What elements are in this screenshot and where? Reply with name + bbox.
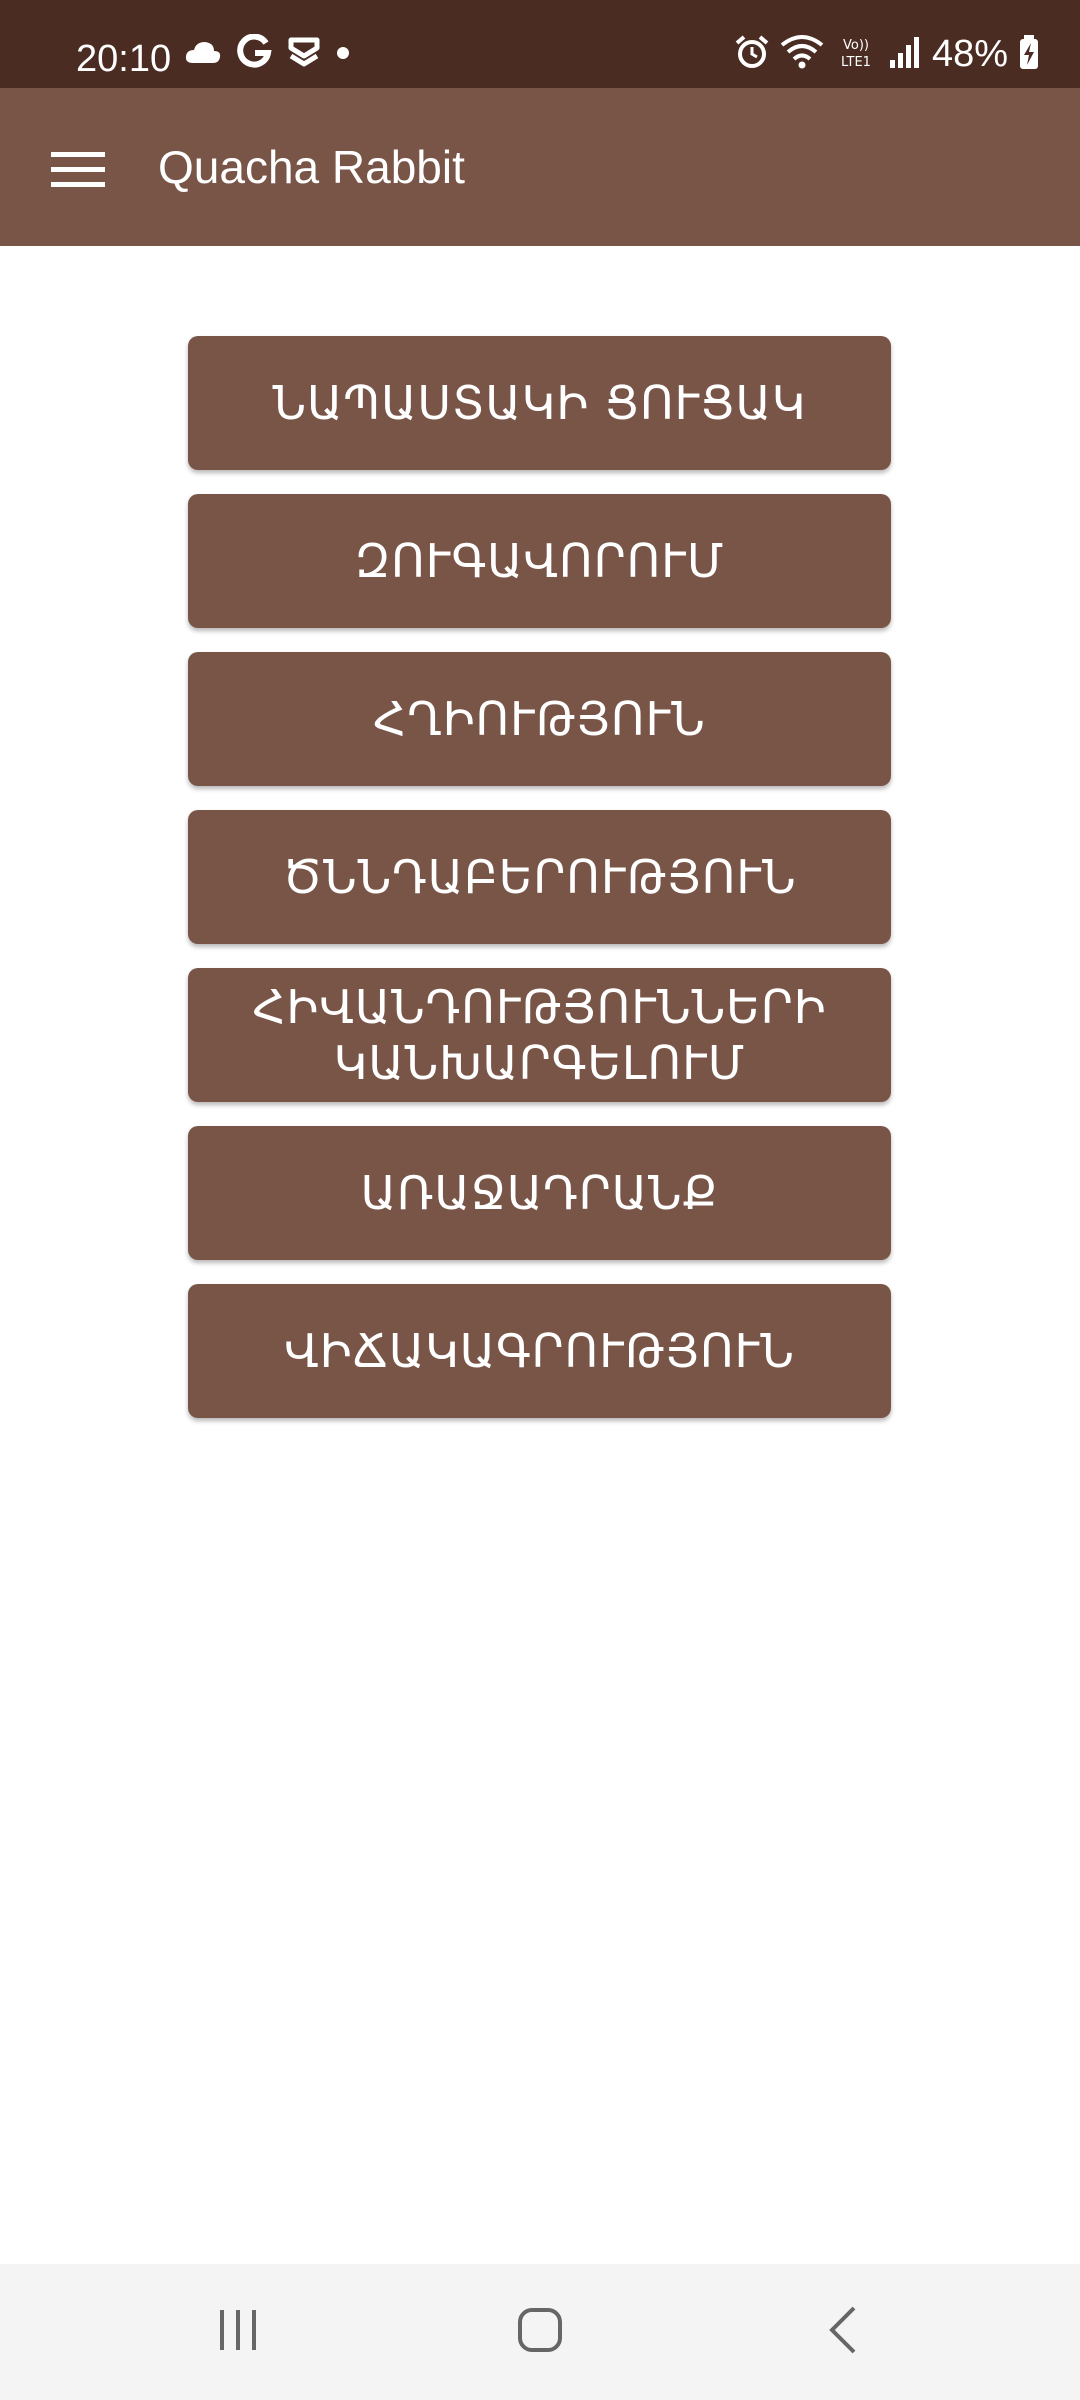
recent-apps-button[interactable] [178, 2282, 298, 2382]
menu-button-statistics[interactable]: ՎԻՃԱԿԱԳՐՈՒԹՅՈՒՆ [188, 1284, 891, 1418]
recent-apps-icon [216, 2308, 260, 2356]
home-button[interactable] [480, 2282, 600, 2382]
signal-icon [888, 34, 922, 74]
back-button[interactable] [782, 2282, 902, 2382]
status-time: 20:10 [76, 38, 172, 80]
battery-percentage: 48% [931, 33, 1008, 75]
svg-text:Vo)): Vo)) [843, 38, 869, 53]
home-icon [516, 2306, 564, 2358]
status-right-icons: Vo)) LTE1 48% [734, 34, 1040, 74]
app-bar: Quacha Rabbit [0, 88, 1080, 246]
notification-app-icon [286, 34, 322, 74]
menu-list: ՆԱՊԱՍՏԱԿԻ ՑՈՒՑԱԿ ԶՈՒԳԱՎՈՐՈՒՄ ՀՂԻՈՒԹՅՈՒՆ … [188, 336, 891, 1442]
battery-charging-icon [1018, 34, 1040, 74]
menu-icon [51, 150, 105, 194]
navigation-bar [0, 2264, 1080, 2400]
alarm-icon [734, 34, 770, 74]
menu-button-disease-prevention[interactable]: ՀԻՎԱՆԴՈՒԹՅՈՒՆՆԵՐԻ ԿԱՆԽԱՐԳԵԼՈՒՄ [188, 968, 891, 1102]
wifi-icon [780, 34, 824, 74]
menu-button-nest-list[interactable]: ՆԱՊԱՍՏԱԿԻ ՑՈՒՑԱԿ [188, 336, 891, 470]
google-icon [236, 33, 272, 74]
menu-button-mating[interactable]: ԶՈՒԳԱՎՈՐՈՒՄ [188, 494, 891, 628]
dot-icon [336, 45, 350, 64]
menu-button-birth[interactable]: ԾՆՆԴԱԲԵՐՈՒԹՅՈՒՆ [188, 810, 891, 944]
back-icon [824, 2304, 860, 2360]
status-left-icons [184, 33, 350, 74]
volte-icon: Vo)) LTE1 [834, 34, 878, 74]
menu-button-suggestion[interactable]: ԱՌԱՋԱԴՐԱՆՔ [188, 1126, 891, 1260]
app-title: Quacha Rabbit [158, 141, 465, 193]
cloud-icon [184, 39, 222, 69]
menu-button-pregnancy[interactable]: ՀՂԻՈՒԹՅՈՒՆ [188, 652, 891, 786]
svg-text:LTE1: LTE1 [841, 55, 871, 70]
menu-button[interactable] [34, 128, 122, 216]
status-bar: 20:10 Vo)) LTE1 48% [0, 0, 1080, 88]
